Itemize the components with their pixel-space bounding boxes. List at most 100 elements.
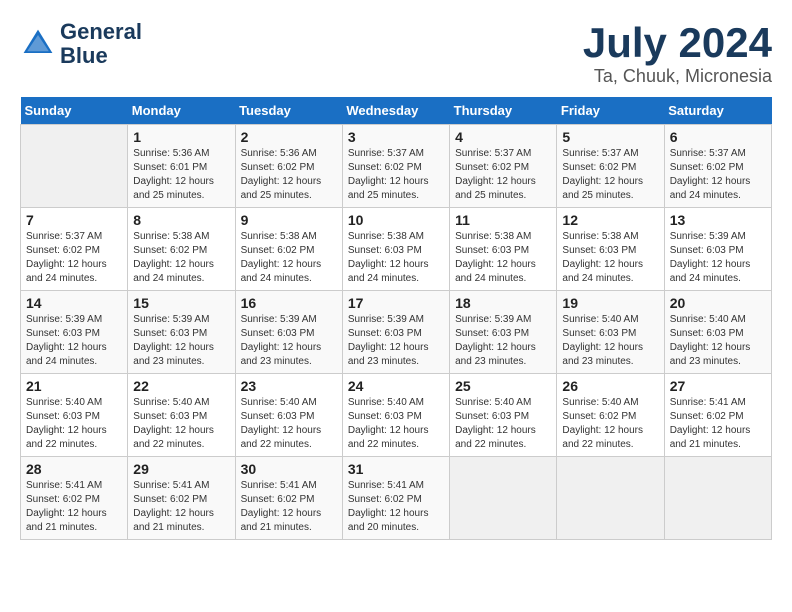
day-info: Sunrise: 5:39 AM Sunset: 6:03 PM Dayligh… — [348, 313, 444, 369]
day-number: 11 — [455, 212, 551, 228]
day-number: 28 — [26, 461, 122, 477]
day-number: 6 — [670, 129, 766, 145]
calendar-cell: 19Sunrise: 5:40 AM Sunset: 6:03 PM Dayli… — [557, 291, 664, 374]
day-number: 23 — [241, 378, 337, 394]
header: General Blue July 2024 Ta, Chuuk, Micron… — [20, 20, 772, 87]
day-number: 21 — [26, 378, 122, 394]
calendar-cell: 23Sunrise: 5:40 AM Sunset: 6:03 PM Dayli… — [235, 374, 342, 457]
day-info: Sunrise: 5:36 AM Sunset: 6:02 PM Dayligh… — [241, 147, 337, 203]
day-info: Sunrise: 5:38 AM Sunset: 6:03 PM Dayligh… — [455, 230, 551, 286]
weekday-header-monday: Monday — [128, 97, 235, 125]
calendar-table: SundayMondayTuesdayWednesdayThursdayFrid… — [20, 97, 772, 540]
day-number: 29 — [133, 461, 229, 477]
day-number: 17 — [348, 295, 444, 311]
weekday-header-wednesday: Wednesday — [342, 97, 449, 125]
week-row-2: 7 Sunrise: 5:37 AM Sunset: 6:02 PM Daylig… — [21, 208, 772, 291]
calendar-cell: 2 Sunrise: 5:36 AM Sunset: 6:02 PM Daylig… — [235, 125, 342, 208]
logo-icon — [20, 26, 56, 62]
day-number: 5 — [562, 129, 658, 145]
logo: General Blue — [20, 20, 142, 68]
day-info: Sunrise: 5:40 AM Sunset: 6:02 PM Dayligh… — [562, 396, 658, 452]
day-number: 9 — [241, 212, 337, 228]
calendar-cell: 6 Sunrise: 5:37 AM Sunset: 6:02 PM Daylig… — [664, 125, 771, 208]
calendar-cell: 3Sunrise: 5:37 AM Sunset: 6:02 PM Daylig… — [342, 125, 449, 208]
title-area: July 2024 Ta, Chuuk, Micronesia — [583, 20, 772, 87]
calendar-cell: 1 Sunrise: 5:36 AM Sunset: 6:01 PM Daylig… — [128, 125, 235, 208]
month-title: July 2024 — [583, 20, 772, 66]
calendar-cell: 4Sunrise: 5:37 AM Sunset: 6:02 PM Daylig… — [450, 125, 557, 208]
calendar-cell: 16 Sunrise: 5:39 AM Sunset: 6:03 PM Dayli… — [235, 291, 342, 374]
week-row-5: 28 Sunrise: 5:41 AM Sunset: 6:02 PM Dayli… — [21, 457, 772, 540]
logo-text: General Blue — [60, 20, 142, 68]
day-number: 26 — [562, 378, 658, 394]
calendar-cell: 28 Sunrise: 5:41 AM Sunset: 6:02 PM Dayli… — [21, 457, 128, 540]
calendar-cell: 26 Sunrise: 5:40 AM Sunset: 6:02 PM Dayli… — [557, 374, 664, 457]
week-row-4: 21 Sunrise: 5:40 AM Sunset: 6:03 PM Dayli… — [21, 374, 772, 457]
calendar-cell: 17 Sunrise: 5:39 AM Sunset: 6:03 PM Dayli… — [342, 291, 449, 374]
day-info: Sunrise: 5:37 AM Sunset: 6:02 PM Dayligh… — [348, 147, 444, 203]
weekday-header-row: SundayMondayTuesdayWednesdayThursdayFrid… — [21, 97, 772, 125]
day-info: Sunrise: 5:37 AM Sunset: 6:02 PM Dayligh… — [670, 147, 766, 203]
weekday-header-thursday: Thursday — [450, 97, 557, 125]
calendar-cell — [557, 457, 664, 540]
day-number: 27 — [670, 378, 766, 394]
calendar-cell — [21, 125, 128, 208]
day-info: Sunrise: 5:40 AM Sunset: 6:03 PM Dayligh… — [133, 396, 229, 452]
day-number: 20 — [670, 295, 766, 311]
day-info: Sunrise: 5:36 AM Sunset: 6:01 PM Dayligh… — [133, 147, 229, 203]
calendar-cell: 27 Sunrise: 5:41 AM Sunset: 6:02 PM Dayli… — [664, 374, 771, 457]
calendar-cell: 25Sunrise: 5:40 AM Sunset: 6:03 PM Dayli… — [450, 374, 557, 457]
calendar-cell: 10 Sunrise: 5:38 AM Sunset: 6:03 PM Dayli… — [342, 208, 449, 291]
day-number: 18 — [455, 295, 551, 311]
day-info: Sunrise: 5:41 AM Sunset: 6:02 PM Dayligh… — [670, 396, 766, 452]
calendar-cell: 24 Sunrise: 5:40 AM Sunset: 6:03 PM Dayli… — [342, 374, 449, 457]
calendar-cell: 30Sunrise: 5:41 AM Sunset: 6:02 PM Dayli… — [235, 457, 342, 540]
location-title: Ta, Chuuk, Micronesia — [583, 66, 772, 87]
calendar-cell: 9Sunrise: 5:38 AM Sunset: 6:02 PM Daylig… — [235, 208, 342, 291]
day-info: Sunrise: 5:39 AM Sunset: 6:03 PM Dayligh… — [26, 313, 122, 369]
day-info: Sunrise: 5:41 AM Sunset: 6:02 PM Dayligh… — [26, 479, 122, 535]
day-number: 13 — [670, 212, 766, 228]
day-number: 24 — [348, 378, 444, 394]
day-info: Sunrise: 5:40 AM Sunset: 6:03 PM Dayligh… — [348, 396, 444, 452]
day-info: Sunrise: 5:40 AM Sunset: 6:03 PM Dayligh… — [26, 396, 122, 452]
day-number: 7 — [26, 212, 122, 228]
day-number: 19 — [562, 295, 658, 311]
calendar-cell: 29 Sunrise: 5:41 AM Sunset: 6:02 PM Dayli… — [128, 457, 235, 540]
day-info: Sunrise: 5:39 AM Sunset: 6:03 PM Dayligh… — [241, 313, 337, 369]
day-info: Sunrise: 5:37 AM Sunset: 6:02 PM Dayligh… — [26, 230, 122, 286]
calendar-cell: 20 Sunrise: 5:40 AM Sunset: 6:03 PM Dayli… — [664, 291, 771, 374]
day-info: Sunrise: 5:41 AM Sunset: 6:02 PM Dayligh… — [348, 479, 444, 535]
calendar-cell — [664, 457, 771, 540]
weekday-header-sunday: Sunday — [21, 97, 128, 125]
calendar-cell: 8 Sunrise: 5:38 AM Sunset: 6:02 PM Daylig… — [128, 208, 235, 291]
day-info: Sunrise: 5:39 AM Sunset: 6:03 PM Dayligh… — [670, 230, 766, 286]
calendar-cell: 13 Sunrise: 5:39 AM Sunset: 6:03 PM Dayli… — [664, 208, 771, 291]
day-info: Sunrise: 5:38 AM Sunset: 6:02 PM Dayligh… — [133, 230, 229, 286]
day-info: Sunrise: 5:37 AM Sunset: 6:02 PM Dayligh… — [455, 147, 551, 203]
day-number: 12 — [562, 212, 658, 228]
day-number: 31 — [348, 461, 444, 477]
day-number: 8 — [133, 212, 229, 228]
day-info: Sunrise: 5:41 AM Sunset: 6:02 PM Dayligh… — [133, 479, 229, 535]
weekday-header-tuesday: Tuesday — [235, 97, 342, 125]
weekday-header-saturday: Saturday — [664, 97, 771, 125]
calendar-cell: 15Sunrise: 5:39 AM Sunset: 6:03 PM Dayli… — [128, 291, 235, 374]
calendar-cell: 22 Sunrise: 5:40 AM Sunset: 6:03 PM Dayli… — [128, 374, 235, 457]
day-number: 16 — [241, 295, 337, 311]
day-info: Sunrise: 5:39 AM Sunset: 6:03 PM Dayligh… — [133, 313, 229, 369]
day-info: Sunrise: 5:39 AM Sunset: 6:03 PM Dayligh… — [455, 313, 551, 369]
day-info: Sunrise: 5:38 AM Sunset: 6:03 PM Dayligh… — [348, 230, 444, 286]
day-info: Sunrise: 5:40 AM Sunset: 6:03 PM Dayligh… — [455, 396, 551, 452]
calendar-cell — [450, 457, 557, 540]
calendar-cell: 12Sunrise: 5:38 AM Sunset: 6:03 PM Dayli… — [557, 208, 664, 291]
day-number: 10 — [348, 212, 444, 228]
day-number: 22 — [133, 378, 229, 394]
day-info: Sunrise: 5:40 AM Sunset: 6:03 PM Dayligh… — [670, 313, 766, 369]
day-number: 2 — [241, 129, 337, 145]
day-number: 1 — [133, 129, 229, 145]
calendar-cell: 5Sunrise: 5:37 AM Sunset: 6:02 PM Daylig… — [557, 125, 664, 208]
calendar-cell: 14Sunrise: 5:39 AM Sunset: 6:03 PM Dayli… — [21, 291, 128, 374]
day-number: 30 — [241, 461, 337, 477]
calendar-cell: 11 Sunrise: 5:38 AM Sunset: 6:03 PM Dayli… — [450, 208, 557, 291]
